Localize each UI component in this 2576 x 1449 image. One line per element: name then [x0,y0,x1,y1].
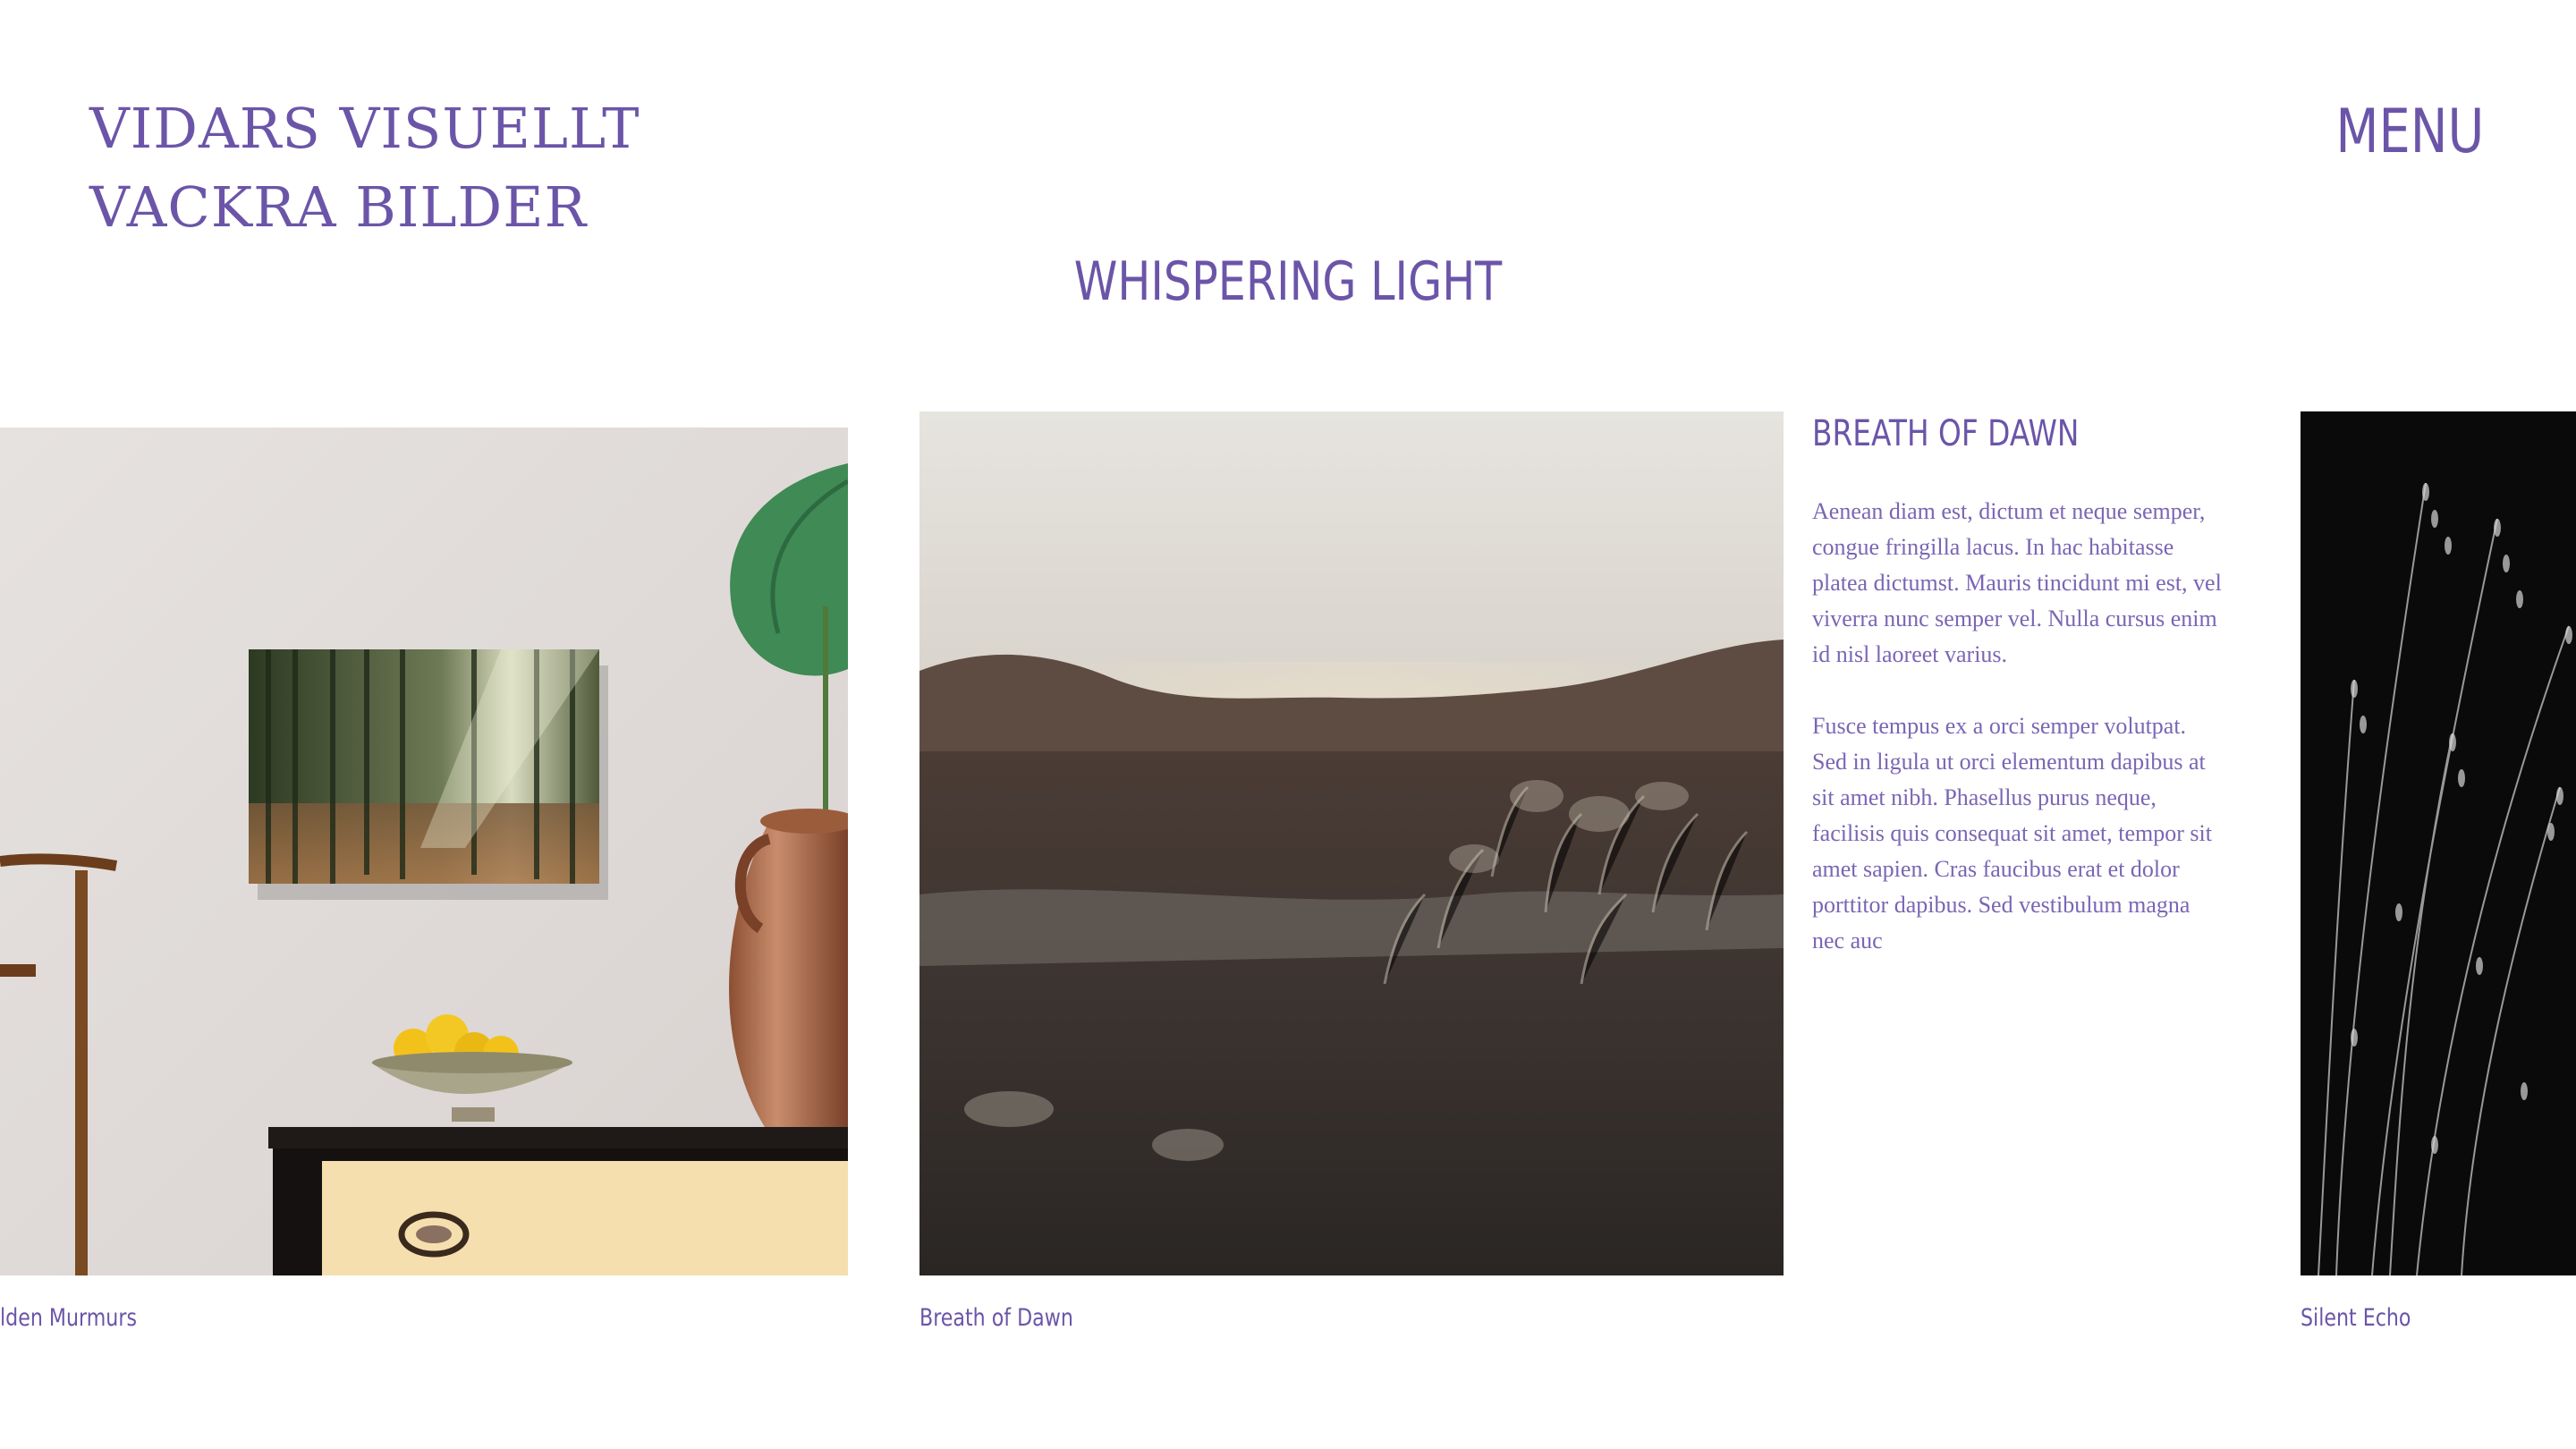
gallery-caption-3[interactable]: Silent Echo [2301,1304,2411,1332]
page-title: WHISPERING LIGHT [1073,250,1503,313]
menu-button[interactable]: MENU [2335,97,2484,167]
detail-paragraph-2: Fusce tempus ex a orci semper volutpat. … [1812,713,2212,953]
dawn-landscape-image [919,411,1784,1275]
gallery-caption-1[interactable]: lden Murmurs [0,1304,137,1332]
brand-logo[interactable]: VIDARS VISUELLT VACKRA BILDER [89,89,640,247]
gallery-image-3[interactable] [2301,411,2576,1275]
gallery-caption-2[interactable]: Breath of Dawn [919,1304,1073,1332]
gallery-image-1[interactable] [0,428,848,1275]
gallery-image-2[interactable] [919,411,1784,1275]
detail-title: BREATH OF DAWN [1812,413,2080,454]
brand-line-2: VACKRA BILDER [89,174,588,240]
artwork-detail: BREATH OF DAWN Aenean diam est, dictum e… [1812,413,2224,995]
detail-paragraph-1: Aenean diam est, dictum et neque semper,… [1812,498,2222,667]
grass-image [2301,411,2576,1275]
brand-line-1: VIDARS VISUELLT [89,96,640,161]
room-interior-image [0,428,848,1275]
